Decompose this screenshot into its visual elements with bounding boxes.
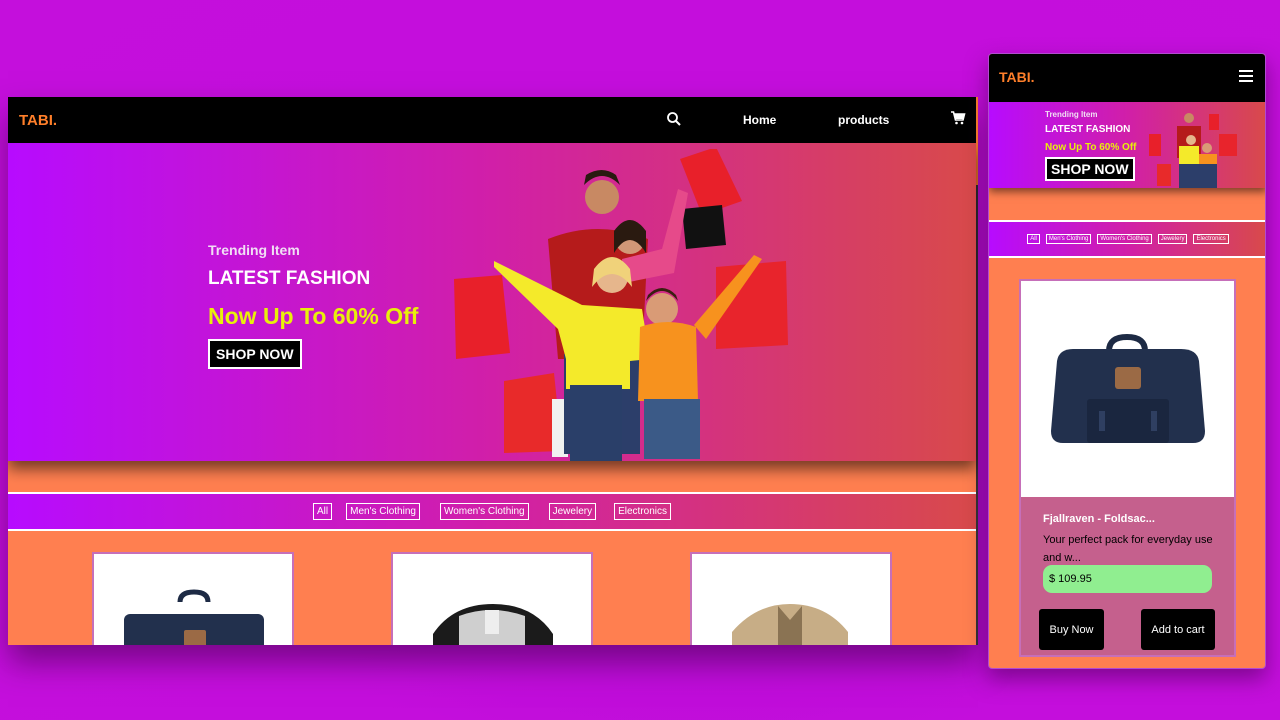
nav-home-link[interactable]: Home xyxy=(743,113,776,127)
product-price: $ 109.95 xyxy=(1043,565,1212,593)
cart-icon[interactable] xyxy=(950,110,966,126)
scrollbar-thumb[interactable] xyxy=(976,97,978,185)
mobile-hero-title: LATEST FASHION xyxy=(1045,124,1131,135)
hero-offer: Now Up To 60% Off xyxy=(208,303,419,329)
tshirt-image xyxy=(433,604,553,645)
filter-electronics[interactable]: Electronics xyxy=(614,503,671,520)
mobile-hero-offer: Now Up To 60% Off xyxy=(1045,142,1137,153)
logo[interactable]: TABI. xyxy=(19,112,57,129)
filter-mens-clothing[interactable]: Men's Clothing xyxy=(346,503,420,520)
mobile-filter-electronics[interactable]: Electronics xyxy=(1193,234,1229,244)
mobile-category-filter-bar: All Men's Clothing Women's Clothing Jewe… xyxy=(989,220,1265,258)
product-card-tshirt[interactable] xyxy=(391,552,593,645)
desktop-navbar: TABI. Home products xyxy=(8,97,978,645)
shop-now-button[interactable]: SHOP NOW xyxy=(208,339,302,369)
mobile-filter-jewelery[interactable]: Jewelery xyxy=(1157,234,1188,244)
mobile-product-card: Fjallraven - Foldsac... Your perfect pac… xyxy=(1019,279,1236,657)
product-card-backpack[interactable] xyxy=(92,552,294,645)
backpack-image xyxy=(124,589,264,645)
jacket-image xyxy=(732,604,848,645)
search-icon[interactable] xyxy=(666,111,682,127)
filter-jewelery[interactable]: Jewelery xyxy=(548,503,597,520)
mobile-navbar: TABI. xyxy=(989,54,1265,102)
mobile-backpack-image xyxy=(1051,333,1205,443)
filter-womens-clothing[interactable]: Women's Clothing xyxy=(439,503,529,520)
mobile-filter-all[interactable]: All xyxy=(1027,234,1040,244)
nav-products-link[interactable]: products xyxy=(838,113,889,127)
hero-title: LATEST FASHION xyxy=(208,268,371,289)
hero-banner: Trending Item LATEST FASHION Now Up To 6… xyxy=(8,143,976,461)
mobile-product-image-container xyxy=(1021,281,1234,497)
mobile-hero-trending-label: Trending Item xyxy=(1045,110,1098,119)
product-grid xyxy=(8,531,976,645)
mobile-window: TABI. Trending Item LATEST FASHION Now U… xyxy=(988,53,1266,669)
hamburger-menu-icon[interactable] xyxy=(1239,70,1253,82)
mobile-family-shopping-image xyxy=(1149,113,1237,188)
family-shopping-image xyxy=(454,149,788,461)
filter-all[interactable]: All xyxy=(313,503,333,520)
hero-trending-label: Trending Item xyxy=(208,242,300,258)
mobile-hero-banner: Trending Item LATEST FASHION Now Up To 6… xyxy=(989,102,1265,188)
product-name: Fjallraven - Foldsac... xyxy=(1043,513,1155,525)
buy-now-button[interactable]: Buy Now xyxy=(1039,609,1104,650)
mobile-logo[interactable]: TABI. xyxy=(999,69,1035,85)
mobile-shop-now-button[interactable]: SHOP NOW xyxy=(1045,157,1135,181)
mobile-filter-mens-clothing[interactable]: Men's Clothing xyxy=(1045,234,1092,244)
add-to-cart-button[interactable]: Add to cart xyxy=(1141,609,1215,650)
product-description: Your perfect pack for everyday use and w… xyxy=(1043,534,1213,564)
product-card-jacket[interactable] xyxy=(690,552,892,645)
category-filter-bar: All Men's Clothing Women's Clothing Jewe… xyxy=(8,492,976,531)
mobile-filter-womens-clothing[interactable]: Women's Clothing xyxy=(1097,234,1152,244)
desktop-window: TABI. Home products Trending Item LATEST… xyxy=(8,97,978,645)
